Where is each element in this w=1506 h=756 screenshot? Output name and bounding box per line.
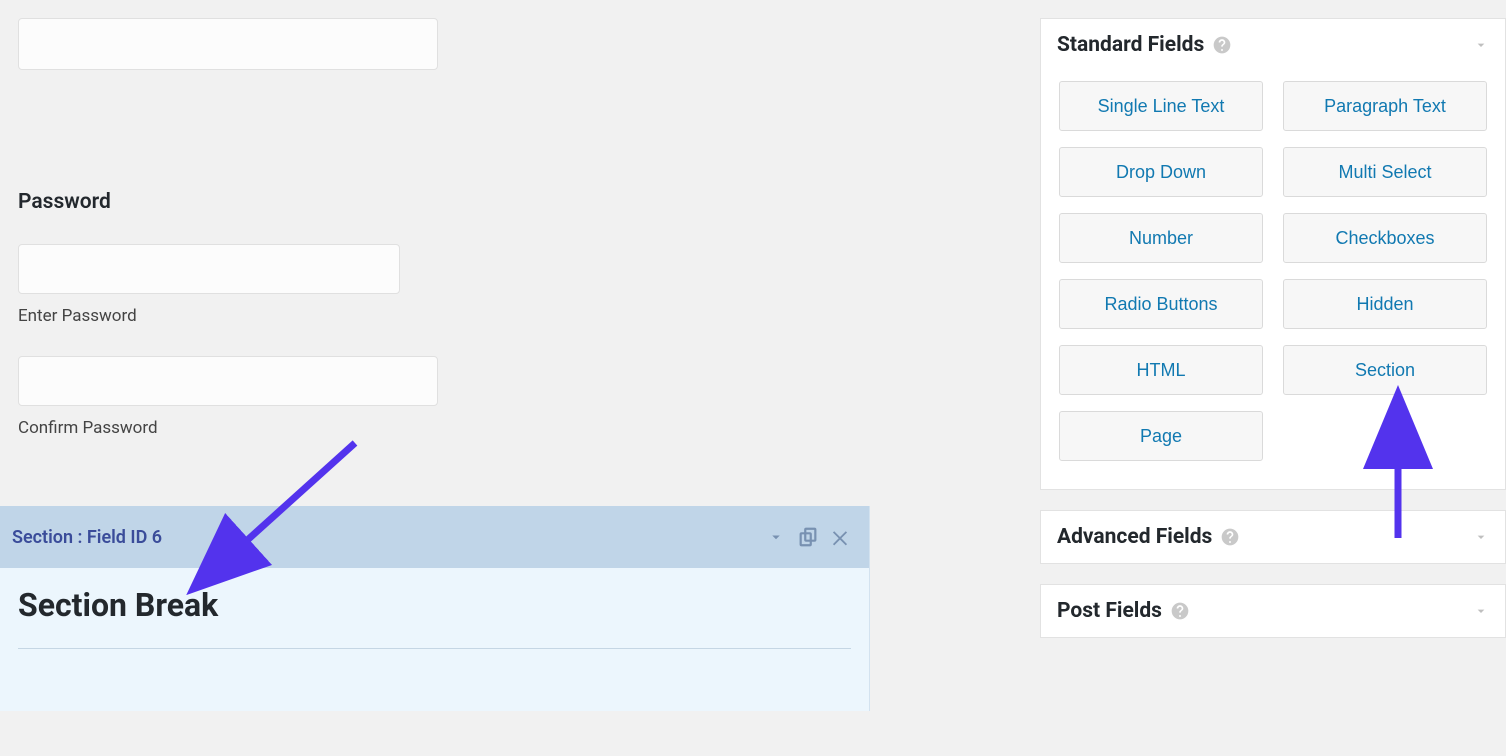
field-radio-buttons[interactable]: Radio Buttons [1059,279,1263,329]
standard-fields-title: Standard Fields [1057,33,1204,57]
field-hidden[interactable]: Hidden [1283,279,1487,329]
password-field-group: Password Enter Password Confirm Password [18,190,438,438]
enter-password-input[interactable] [18,244,400,294]
section-break-title: Section Break [18,586,851,624]
fields-sidebar: Standard Fields Single Line Text Paragra… [1040,18,1506,638]
section-field-id-label: Section : Field ID 6 [12,527,162,548]
advanced-fields-panel: Advanced Fields [1040,510,1506,564]
duplicate-icon[interactable] [797,526,819,548]
password-label: Password [18,190,438,214]
chevron-down-icon [1473,603,1489,619]
field-number[interactable]: Number [1059,213,1263,263]
confirm-password-group: Confirm Password [18,356,438,438]
field-multi-select[interactable]: Multi Select [1283,147,1487,197]
field-drop-down[interactable]: Drop Down [1059,147,1263,197]
form-canvas: Password Enter Password Confirm Password… [0,0,870,756]
standard-fields-body: Single Line Text Paragraph Text Drop Dow… [1041,71,1505,489]
field-paragraph-text[interactable]: Paragraph Text [1283,81,1487,131]
section-field-body: Section Break [0,568,869,711]
field-single-line-text[interactable]: Single Line Text [1059,81,1263,131]
enter-password-group: Enter Password [18,244,438,326]
collapse-icon[interactable] [765,526,787,548]
post-fields-panel: Post Fields [1040,584,1506,638]
field-html[interactable]: HTML [1059,345,1263,395]
section-field-actions [765,526,851,548]
confirm-password-input[interactable] [18,356,438,406]
confirm-password-sublabel: Confirm Password [18,418,438,438]
standard-fields-panel: Standard Fields Single Line Text Paragra… [1040,18,1506,490]
field-checkboxes[interactable]: Checkboxes [1283,213,1487,263]
advanced-fields-title: Advanced Fields [1057,525,1212,549]
delete-icon[interactable] [829,526,851,548]
field-page[interactable]: Page [1059,411,1263,461]
enter-password-sublabel: Enter Password [18,306,438,326]
section-field-header: Section : Field ID 6 [0,506,869,568]
help-icon[interactable] [1212,35,1232,55]
standard-fields-header[interactable]: Standard Fields [1041,19,1505,71]
post-fields-header[interactable]: Post Fields [1041,585,1505,637]
text-input-field[interactable] [18,18,438,70]
help-icon[interactable] [1220,527,1240,547]
advanced-fields-header[interactable]: Advanced Fields [1041,511,1505,563]
chevron-down-icon [1473,529,1489,545]
section-divider [18,648,851,649]
chevron-down-icon [1473,37,1489,53]
post-fields-title: Post Fields [1057,599,1162,623]
field-section[interactable]: Section [1283,345,1487,395]
help-icon[interactable] [1170,601,1190,621]
section-field[interactable]: Section : Field ID 6 Section Break [0,506,870,711]
